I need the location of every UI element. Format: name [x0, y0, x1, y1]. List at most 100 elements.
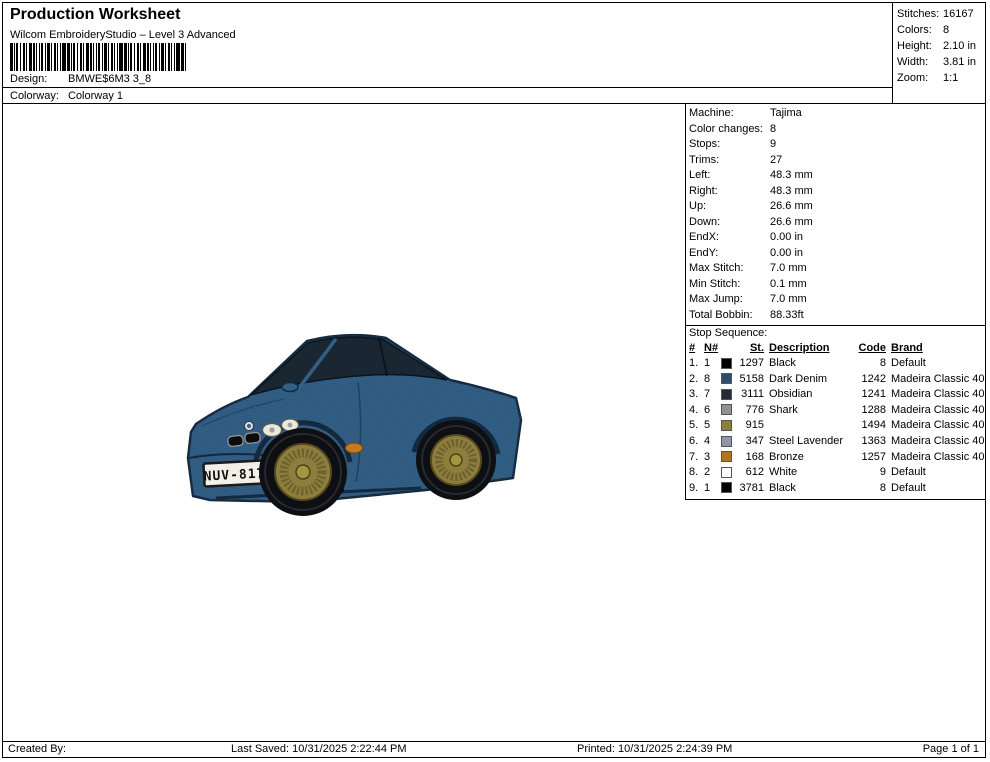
production-worksheet-page: Production Worksheet Wilcom EmbroiderySt… [0, 0, 990, 762]
turn-signal [346, 443, 363, 453]
stop-sequence-header: # N# St. Description Code Brand [686, 341, 985, 356]
machine-info-row: Down: 26.6 mm [689, 215, 985, 231]
col-header-num: # [689, 341, 704, 356]
worksheet-sheet: Production Worksheet Wilcom EmbroiderySt… [2, 2, 986, 758]
thread-brand: Default [886, 481, 985, 497]
summary-value: 2.10 in [943, 38, 976, 54]
thread-color-swatch [721, 482, 732, 493]
stop-sequence-row: 1. 1 1297 Black 8 Default [686, 356, 985, 372]
summary-row: Stitches: 16167 [897, 6, 985, 22]
stop-needle-number: 2 [704, 465, 721, 481]
thread-code: 1288 [856, 403, 886, 419]
embroidered-car-graphic: NUV-817 [186, 330, 526, 522]
thread-stitch-count: 168 [737, 450, 764, 466]
machine-info-row: EndY: 0.00 in [689, 246, 985, 262]
machine-info-row: Max Jump: 7.0 mm [689, 292, 985, 308]
license-plate: NUV-817 [203, 460, 266, 486]
summary-label: Stitches: [897, 6, 943, 22]
machine-info-panel: Machine: Tajima Color changes: 8 Stops: … [685, 104, 985, 500]
thread-color-swatch [721, 420, 732, 431]
stop-row-number: 7. [689, 450, 704, 466]
thread-brand: Default [886, 356, 985, 372]
machine-info-row: Right: 48.3 mm [689, 184, 985, 200]
kidney-grille-left [227, 435, 243, 447]
machine-info-label: Max Jump: [689, 292, 770, 308]
thread-code: 9 [856, 465, 886, 481]
thread-description: Steel Lavender [764, 434, 856, 450]
thread-stitch-count: 3111 [737, 387, 764, 403]
machine-info-value: 48.3 mm [770, 184, 813, 200]
stop-needle-number: 1 [704, 356, 721, 372]
stop-needle-number: 7 [704, 387, 721, 403]
machine-info-label: Trims: [689, 153, 770, 169]
machine-info-row: Total Bobbin: 88.33ft [689, 308, 985, 324]
thread-color-swatch [721, 436, 732, 447]
machine-info-label: Stops: [689, 137, 770, 153]
colorway-value: Colorway 1 [68, 90, 123, 102]
stop-row-number: 2. [689, 372, 704, 388]
machine-info-value: 0.00 in [770, 246, 803, 262]
stop-sequence-title: Stop Sequence: [686, 325, 985, 341]
front-wheel [259, 428, 347, 516]
thread-brand: Madeira Classic 40 [886, 403, 985, 419]
thread-brand: Default [886, 465, 985, 481]
design-summary-box: Stitches: 16167 Colors: 8 Height: 2.10 i… [892, 3, 985, 103]
machine-info-row: Stops: 9 [689, 137, 985, 153]
summary-row: Height: 2.10 in [897, 38, 985, 54]
stop-row-number: 4. [689, 403, 704, 419]
stop-row-number: 6. [689, 434, 704, 450]
machine-info-label: Color changes: [689, 122, 770, 138]
printed-label: Printed: 10/31/2025 2:24:39 PM [577, 743, 732, 755]
machine-info-value: 0.00 in [770, 230, 803, 246]
stop-row-number: 3. [689, 387, 704, 403]
header-left: Production Worksheet Wilcom EmbroiderySt… [3, 3, 892, 103]
stop-sequence-row: 7. 3 168 Bronze 1257 Madeira Classic 40 [686, 450, 985, 466]
kidney-grille-right [244, 432, 260, 444]
thread-code: 8 [856, 356, 886, 372]
machine-info-value: 8 [770, 122, 776, 138]
thread-brand: Madeira Classic 40 [886, 372, 985, 388]
design-canvas: NUV-817 [3, 104, 687, 741]
thread-stitch-count: 1297 [737, 356, 764, 372]
stop-sequence-row: 8. 2 612 White 9 Default [686, 465, 985, 481]
col-header-needle: N# [704, 341, 721, 356]
thread-code: 1242 [856, 372, 886, 388]
summary-label: Zoom: [897, 70, 943, 86]
machine-info-label: Down: [689, 215, 770, 231]
col-header-code: Code [856, 341, 886, 356]
thread-code: 1363 [856, 434, 886, 450]
summary-row: Width: 3.81 in [897, 54, 985, 70]
thread-description: Bronze [764, 450, 856, 466]
summary-value: 16167 [943, 6, 974, 22]
stop-needle-number: 8 [704, 372, 721, 388]
stop-row-number: 5. [689, 418, 704, 434]
machine-info-label: EndY: [689, 246, 770, 262]
colorway-label: Colorway: [10, 90, 68, 102]
summary-row: Zoom: 1:1 [897, 70, 985, 86]
stop-sequence-row: 4. 6 776 Shark 1288 Madeira Classic 40 [686, 403, 985, 419]
machine-info-list: Machine: Tajima Color changes: 8 Stops: … [686, 104, 985, 325]
stop-row-number: 9. [689, 481, 704, 497]
stop-needle-number: 5 [704, 418, 721, 434]
stop-row-number: 1. [689, 356, 704, 372]
machine-info-value: 27 [770, 153, 782, 169]
machine-info-label: Up: [689, 199, 770, 215]
colorway-row: Colorway: Colorway 1 [3, 87, 892, 103]
summary-label: Colors: [897, 22, 943, 38]
page-title: Production Worksheet [10, 6, 180, 24]
machine-info-value: 48.3 mm [770, 168, 813, 184]
summary-row: Colors: 8 [897, 22, 985, 38]
machine-info-value: 26.6 mm [770, 215, 813, 231]
machine-info-row: Up: 26.6 mm [689, 199, 985, 215]
thread-code: 1257 [856, 450, 886, 466]
thread-color-swatch [721, 389, 732, 400]
machine-info-row: Left: 48.3 mm [689, 168, 985, 184]
thread-description: Shark [764, 403, 856, 419]
design-value: BMWE$6M3 3_8 [68, 72, 151, 87]
stop-sequence-row: 9. 1 3781 Black 8 Default [686, 481, 985, 497]
machine-info-value: 26.6 mm [770, 199, 813, 215]
machine-info-row: EndX: 0.00 in [689, 230, 985, 246]
thread-stitch-count: 915 [737, 418, 764, 434]
thread-stitch-count: 612 [737, 465, 764, 481]
machine-info-value: 88.33ft [770, 308, 804, 324]
